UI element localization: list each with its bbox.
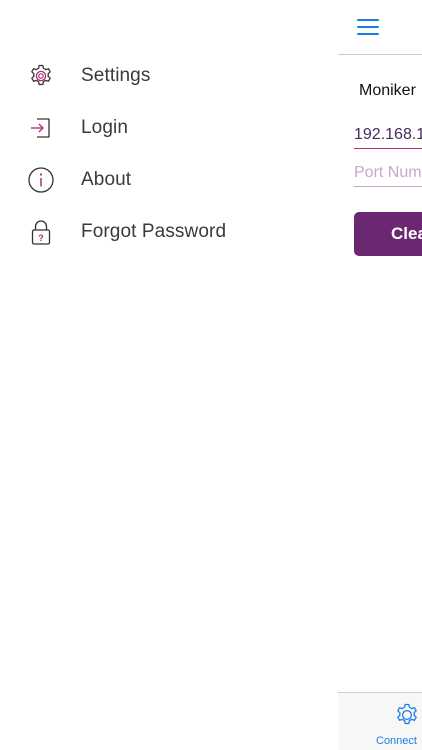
tab-bar: Connect: [338, 692, 422, 750]
ip-address-field[interactable]: 192.168.1: [354, 126, 422, 149]
hamburger-icon[interactable]: [357, 19, 379, 35]
menu-item-forgot-password[interactable]: ? Forgot Password: [0, 206, 338, 258]
gear-icon: [27, 62, 55, 90]
moniker-label: Moniker: [359, 82, 416, 99]
clear-button[interactable]: Clea: [354, 212, 422, 256]
side-menu: Settings Login About ? Forgot Password: [0, 0, 338, 750]
menu-item-label: Login: [81, 117, 128, 138]
navigation-bar: [338, 0, 422, 55]
main-content: Moniker 192.168.1 Port Num Clea Connect: [338, 0, 422, 750]
port-number-field[interactable]: Port Num: [354, 164, 422, 187]
menu-item-label: Forgot Password: [81, 221, 227, 242]
menu-item-label: Settings: [81, 65, 151, 86]
menu-item-label: About: [81, 169, 132, 190]
tab-label: Connect: [376, 735, 417, 747]
gear-icon: [397, 703, 417, 725]
lock-question-icon: ?: [27, 218, 55, 246]
menu-item-settings[interactable]: Settings: [0, 50, 338, 102]
menu-item-login[interactable]: Login: [0, 102, 338, 154]
menu-item-about[interactable]: About: [0, 154, 338, 206]
login-icon: [27, 114, 55, 142]
svg-text:?: ?: [38, 233, 44, 243]
app-screen: Settings Login About ? Forgot Password M…: [0, 0, 422, 750]
tab-connect[interactable]: Connect: [338, 693, 422, 750]
info-icon: [27, 166, 55, 194]
